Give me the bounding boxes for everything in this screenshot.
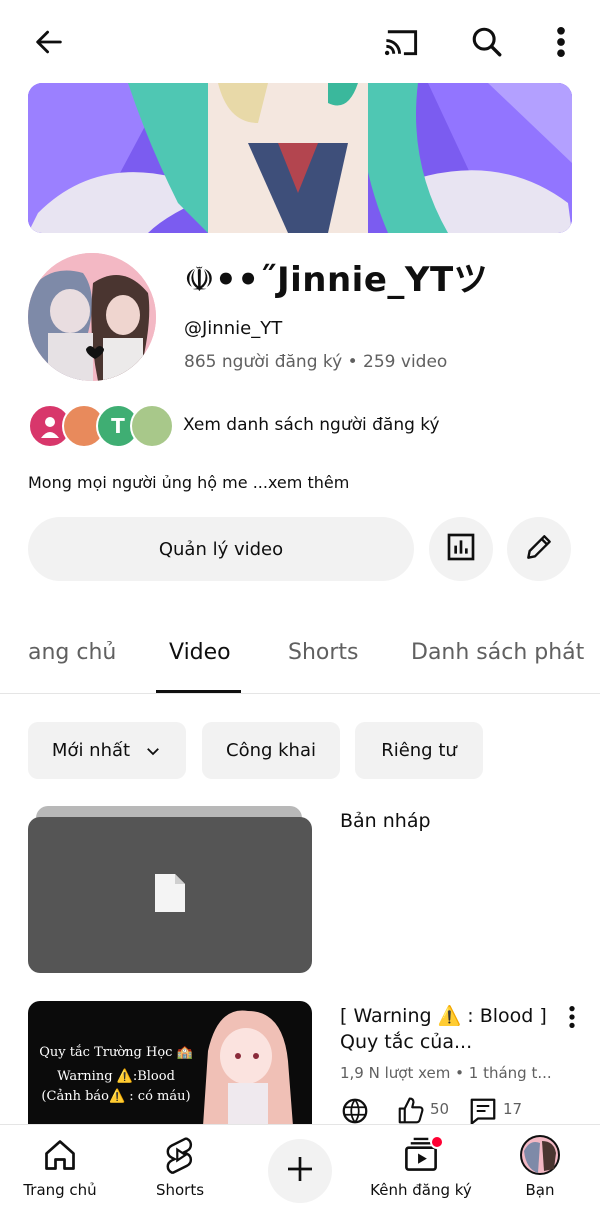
channel-stats: 865 người đăng ký • 259 video	[184, 352, 448, 372]
video-stats-row: 50 17	[340, 1096, 580, 1126]
search-icon[interactable]	[465, 20, 509, 64]
filter-newest-label: Mới nhất	[51, 740, 131, 761]
channel-banner	[28, 83, 572, 233]
active-tab-indicator	[156, 690, 241, 693]
chevron-down-icon	[144, 742, 162, 760]
video-more-icon[interactable]	[558, 1003, 586, 1031]
nav-home-label: Trang chủ	[23, 1181, 97, 1199]
tab-home[interactable]: ang chủ	[28, 640, 116, 665]
notification-dot	[430, 1135, 444, 1149]
nav-subscriptions[interactable]: Kênh đăng ký	[365, 1125, 477, 1225]
filter-newest-dropdown[interactable]: Mới nhất	[28, 722, 186, 779]
video-meta: 1,9 N lượt xem • 1 tháng t...	[340, 1064, 552, 1082]
tab-playlists[interactable]: Danh sách phát	[411, 640, 584, 665]
home-icon	[42, 1135, 78, 1175]
nav-subscriptions-label: Kênh đăng ký	[370, 1181, 472, 1199]
thumbnail-text-line: Quy tắc Trường Học 🏫	[39, 1045, 193, 1060]
document-icon	[155, 874, 185, 916]
draft-title[interactable]: Bản nháp	[340, 810, 431, 832]
like-count: 50	[430, 1100, 450, 1118]
subscribers-row[interactable]: T Xem danh sách người đăng ký	[28, 404, 588, 448]
plus-icon	[284, 1153, 316, 1189]
tab-videos[interactable]: Video	[169, 640, 231, 665]
top-app-bar	[0, 0, 600, 80]
channel-tabs: ang chủ Video Shorts Danh sách phát	[0, 610, 600, 694]
nav-shorts[interactable]: Shorts	[140, 1125, 220, 1225]
video-title[interactable]: [ Warning ⚠️ : Blood ] Quy tắc của...	[340, 1003, 550, 1055]
channel-avatar[interactable]	[28, 253, 156, 381]
filter-public[interactable]: Công khai	[202, 722, 340, 779]
subscriptions-icon	[402, 1135, 444, 1175]
more-vert-icon[interactable]	[539, 20, 583, 64]
nav-home[interactable]: Trang chủ	[20, 1125, 100, 1225]
draft-thumbnail[interactable]	[28, 817, 312, 973]
bottom-navigation: Trang chủ Shorts Kênh đăng ký Bạn	[0, 1124, 600, 1225]
channel-handle: @Jinnie_YT	[184, 318, 283, 339]
pencil-icon	[523, 531, 555, 567]
analytics-icon	[445, 531, 477, 567]
comment-count: 17	[503, 1100, 523, 1118]
nav-you[interactable]: Bạn	[510, 1125, 570, 1225]
subscribers-list-link[interactable]: Xem danh sách người đăng ký	[183, 415, 440, 435]
thumbnail-text-line: (Cảnh báo⚠️ : có máu)	[41, 1089, 191, 1104]
cast-icon[interactable]	[379, 20, 423, 64]
manage-videos-button[interactable]: Quản lý video	[28, 517, 414, 581]
analytics-button[interactable]	[429, 517, 493, 581]
back-arrow-icon[interactable]	[27, 20, 71, 64]
video-thumbnail[interactable]: Quy tắc Trường Học 🏫 Warning ⚠️:Blood (C…	[28, 1001, 312, 1126]
tab-shorts[interactable]: Shorts	[288, 640, 359, 665]
channel-name: ☫••˝Jinnie_YTツ	[184, 260, 489, 300]
account-avatar	[520, 1135, 560, 1175]
nav-you-label: Bạn	[525, 1181, 555, 1199]
nav-shorts-label: Shorts	[155, 1181, 205, 1199]
edit-channel-button[interactable]	[507, 517, 571, 581]
filter-private[interactable]: Riêng tư	[355, 722, 483, 779]
subscriber-avatar	[130, 404, 174, 448]
thumbnail-text-line: Warning ⚠️:Blood	[57, 1069, 175, 1084]
create-button[interactable]	[268, 1139, 332, 1203]
shorts-icon	[163, 1135, 197, 1175]
channel-description[interactable]: Mong mọi người ủng hộ me ...xem thêm	[28, 473, 349, 492]
